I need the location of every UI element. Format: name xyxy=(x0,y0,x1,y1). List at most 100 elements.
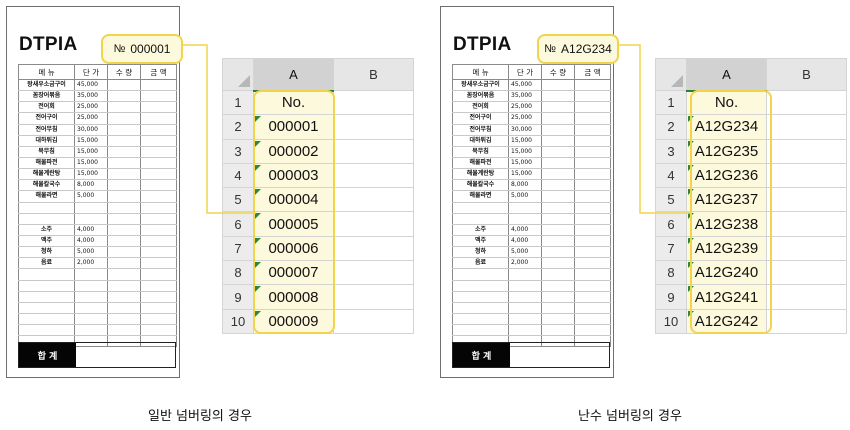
cell-a[interactable]: 000002 xyxy=(253,138,334,164)
cell-a[interactable]: 000001 xyxy=(253,114,334,140)
row-header[interactable]: 8 xyxy=(655,260,687,286)
menu-row: 해물파전 15,000 xyxy=(18,157,177,170)
menu-table: 메 뉴 단 가 수 량 금 액 왕새우소금구이 45,000 꼼장어볶음 35,000… xyxy=(18,64,177,348)
row-header[interactable]: 3 xyxy=(222,138,254,164)
cell-b[interactable] xyxy=(333,162,414,189)
cell-b[interactable] xyxy=(333,284,414,310)
menu-item-amount xyxy=(140,313,177,326)
select-all-corner[interactable] xyxy=(222,58,254,91)
cell-b[interactable] xyxy=(766,162,847,189)
row-header[interactable]: 2 xyxy=(222,114,254,140)
menu-item-name: 대하튀김 xyxy=(452,135,509,147)
cell-a[interactable]: No. xyxy=(686,89,767,116)
cell-a[interactable]: A12G238 xyxy=(686,211,767,237)
cell-b[interactable] xyxy=(333,138,414,164)
row-header[interactable]: 7 xyxy=(222,235,254,262)
menu-row: 전어회 25,000 xyxy=(452,101,611,114)
menu-row: 전어구이 25,000 xyxy=(18,112,177,125)
cell-a[interactable]: A12G236 xyxy=(686,162,767,189)
menu-item-price xyxy=(74,202,108,214)
column-header-a[interactable]: A xyxy=(253,58,334,92)
row-header[interactable]: 1 xyxy=(655,89,687,116)
row-header[interactable]: 10 xyxy=(222,308,254,334)
column-header-a[interactable]: A xyxy=(686,58,767,92)
row-header[interactable]: 1 xyxy=(222,89,254,116)
cell-a[interactable]: 000004 xyxy=(253,187,334,213)
cell-b[interactable] xyxy=(333,211,414,237)
cell-a[interactable]: No. xyxy=(253,89,334,116)
row-header[interactable]: 9 xyxy=(655,284,687,310)
cell-a[interactable]: A12G240 xyxy=(686,260,767,286)
menu-item-amount xyxy=(574,190,611,203)
menu-item-price: 5,000 xyxy=(508,246,542,259)
cell-b[interactable] xyxy=(333,260,414,286)
total-row: 합 계 xyxy=(18,342,176,368)
cell-b[interactable] xyxy=(333,308,414,334)
menu-item-name xyxy=(18,202,75,214)
cell-a[interactable]: A12G235 xyxy=(686,138,767,164)
cell-a[interactable]: 000009 xyxy=(253,308,334,334)
menu-item-price: 15,000 xyxy=(74,157,108,170)
row-header[interactable]: 7 xyxy=(655,235,687,262)
total-value xyxy=(76,343,175,367)
menu-item-price: 15,000 xyxy=(508,157,542,170)
menu-header-name: 메 뉴 xyxy=(18,64,75,80)
cell-b[interactable] xyxy=(333,89,414,116)
cell-b[interactable] xyxy=(333,187,414,213)
cell-a[interactable]: A12G237 xyxy=(686,187,767,213)
cell-b[interactable] xyxy=(333,114,414,140)
cell-b[interactable] xyxy=(766,89,847,116)
menu-row: 대하튀김 15,000 xyxy=(18,135,177,147)
column-header-b[interactable]: B xyxy=(333,58,414,91)
row-header[interactable]: 3 xyxy=(655,138,687,164)
cell-b[interactable] xyxy=(333,235,414,262)
cell-a[interactable]: A12G242 xyxy=(686,308,767,334)
menu-item-amount xyxy=(140,179,177,192)
menu-item-name: 해물파전 xyxy=(452,157,509,170)
row-header[interactable]: 2 xyxy=(655,114,687,140)
cell-a[interactable]: A12G241 xyxy=(686,284,767,310)
menu-item-amount xyxy=(140,235,177,248)
row-header[interactable]: 6 xyxy=(655,211,687,237)
cell-b[interactable] xyxy=(766,284,847,310)
cell-a[interactable]: 000003 xyxy=(253,162,334,189)
cell-b[interactable] xyxy=(766,187,847,213)
menu-item-name xyxy=(452,213,509,225)
column-header-b[interactable]: B xyxy=(766,58,847,91)
cell-b[interactable] xyxy=(766,260,847,286)
cell-b[interactable] xyxy=(766,235,847,262)
menu-item-amount xyxy=(574,213,611,225)
menu-row xyxy=(18,268,177,281)
row-header[interactable]: 6 xyxy=(222,211,254,237)
row-header[interactable]: 8 xyxy=(222,260,254,286)
menu-row: 묵무침 15,000 xyxy=(452,146,611,158)
cell-b[interactable] xyxy=(766,114,847,140)
sheet-row: 2 000001 xyxy=(222,114,414,140)
menu-item-name: 해물라면 xyxy=(18,190,75,203)
cell-b[interactable] xyxy=(766,308,847,334)
sheet-rows: 1 No. 2 000001 3 000002 4 000003 5 000004 6 000005 7… xyxy=(222,89,414,334)
menu-item-name xyxy=(18,291,75,303)
row-header[interactable]: 4 xyxy=(655,162,687,189)
cell-a[interactable]: A12G239 xyxy=(686,235,767,262)
row-header[interactable]: 5 xyxy=(222,187,254,213)
cell-b[interactable] xyxy=(766,138,847,164)
menu-item-amount xyxy=(574,224,611,236)
menu-row: 해물파전 15,000 xyxy=(452,157,611,170)
cell-a[interactable]: A12G234 xyxy=(686,114,767,140)
row-header[interactable]: 5 xyxy=(655,187,687,213)
menu-item-qty xyxy=(541,179,575,192)
menu-row: 묵무침 15,000 xyxy=(18,146,177,158)
menu-row: 전어구이 25,000 xyxy=(452,112,611,125)
row-header[interactable]: 10 xyxy=(655,308,687,334)
cell-a[interactable]: 000005 xyxy=(253,211,334,237)
cell-a[interactable]: 000006 xyxy=(253,235,334,262)
menu-item-qty xyxy=(107,268,141,281)
select-all-corner[interactable] xyxy=(655,58,687,91)
cell-a[interactable]: 000007 xyxy=(253,260,334,286)
row-header[interactable]: 4 xyxy=(222,162,254,189)
menu-item-name: 음료 xyxy=(18,257,75,270)
cell-a[interactable]: 000008 xyxy=(253,284,334,310)
row-header[interactable]: 9 xyxy=(222,284,254,310)
cell-b[interactable] xyxy=(766,211,847,237)
